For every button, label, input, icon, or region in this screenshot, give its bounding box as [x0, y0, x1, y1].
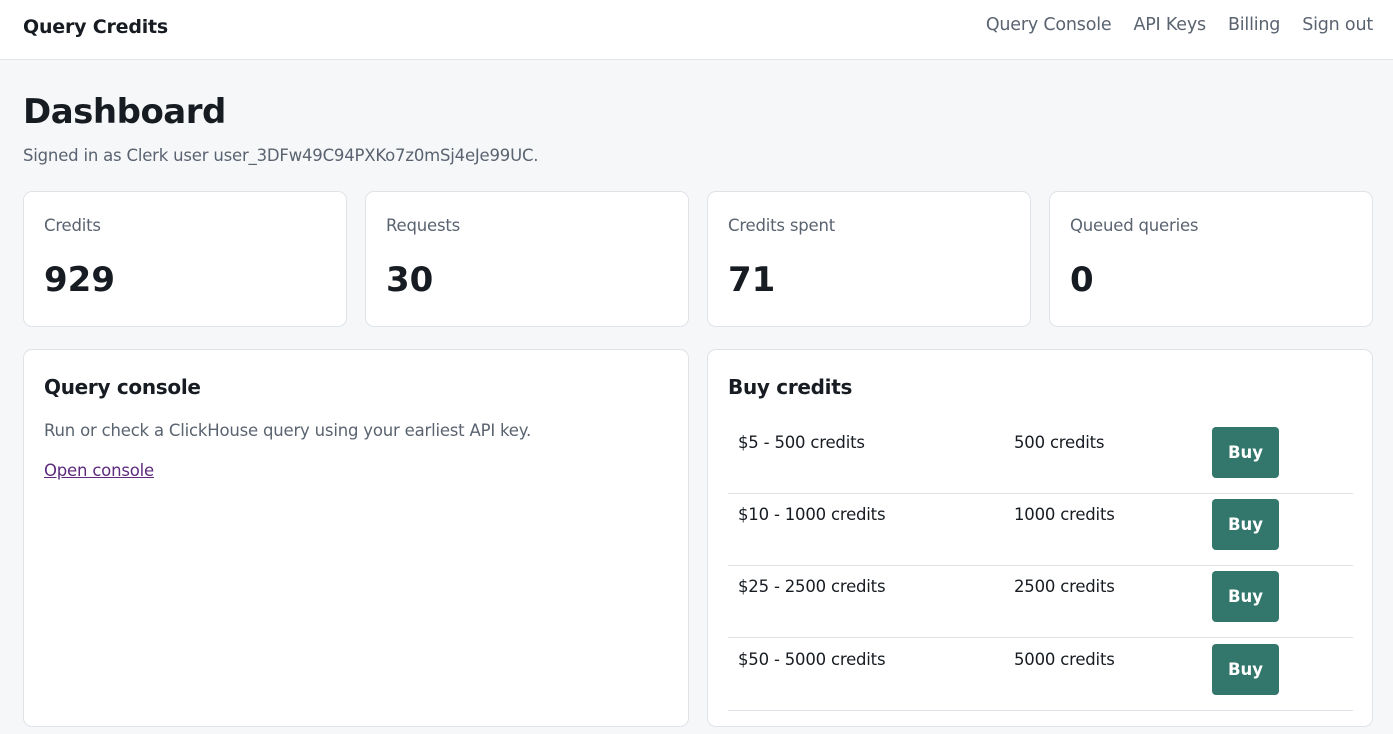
stat-value: 0 — [1070, 260, 1094, 300]
credit-package-row: $5 - 500 credits 500 credits Buy — [728, 422, 1353, 494]
buy-5000-button[interactable]: Buy — [1212, 644, 1279, 695]
brand-title[interactable]: Query Credits — [23, 16, 168, 38]
stat-label: Credits spent — [728, 216, 836, 235]
package-name: $10 - 1000 credits — [738, 505, 886, 524]
page-title: Dashboard — [23, 92, 226, 132]
buy-credits-title: Buy credits — [728, 375, 853, 399]
buy-2500-button[interactable]: Buy — [1212, 571, 1279, 622]
stat-value: 71 — [728, 260, 776, 300]
open-console-link[interactable]: Open console — [44, 461, 154, 480]
package-credits: 1000 credits — [1014, 505, 1115, 524]
top-navbar: Query Credits Query Console API Keys Bil… — [0, 0, 1393, 60]
main-nav: Query Console API Keys Billing Sign out — [986, 15, 1373, 35]
package-credits: 5000 credits — [1014, 650, 1115, 669]
query-console-description: Run or check a ClickHouse query using yo… — [44, 421, 532, 440]
credit-package-row: $50 - 5000 credits 5000 credits Buy — [728, 639, 1353, 711]
package-name: $5 - 500 credits — [738, 433, 865, 452]
stat-label: Credits — [44, 216, 101, 235]
package-credits: 500 credits — [1014, 433, 1105, 452]
stat-card-credits-spent: Credits spent 71 — [707, 191, 1031, 327]
query-console-title: Query console — [44, 375, 201, 399]
stat-card-queued-queries: Queued queries 0 — [1049, 191, 1373, 327]
stat-value: 929 — [44, 260, 115, 300]
nav-sign-out[interactable]: Sign out — [1302, 15, 1373, 35]
stat-value: 30 — [386, 260, 434, 300]
stat-card-credits: Credits 929 — [23, 191, 347, 327]
package-name: $25 - 2500 credits — [738, 577, 886, 596]
nav-query-console[interactable]: Query Console — [986, 15, 1112, 35]
package-credits: 2500 credits — [1014, 577, 1115, 596]
stat-label: Queued queries — [1070, 216, 1199, 235]
stat-card-requests: Requests 30 — [365, 191, 689, 327]
buy-500-button[interactable]: Buy — [1212, 427, 1279, 478]
signed-in-text: Signed in as Clerk user user_3DFw49C94PX… — [23, 146, 539, 165]
credit-package-row: $25 - 2500 credits 2500 credits Buy — [728, 566, 1353, 638]
credit-package-row: $10 - 1000 credits 1000 credits Buy — [728, 494, 1353, 566]
query-console-card: Query console Run or check a ClickHouse … — [23, 349, 689, 727]
nav-billing[interactable]: Billing — [1228, 15, 1280, 35]
stat-label: Requests — [386, 216, 461, 235]
nav-api-keys[interactable]: API Keys — [1133, 15, 1206, 35]
package-name: $50 - 5000 credits — [738, 650, 886, 669]
buy-1000-button[interactable]: Buy — [1212, 499, 1279, 550]
buy-credits-card: Buy credits $5 - 500 credits 500 credits… — [707, 349, 1373, 727]
